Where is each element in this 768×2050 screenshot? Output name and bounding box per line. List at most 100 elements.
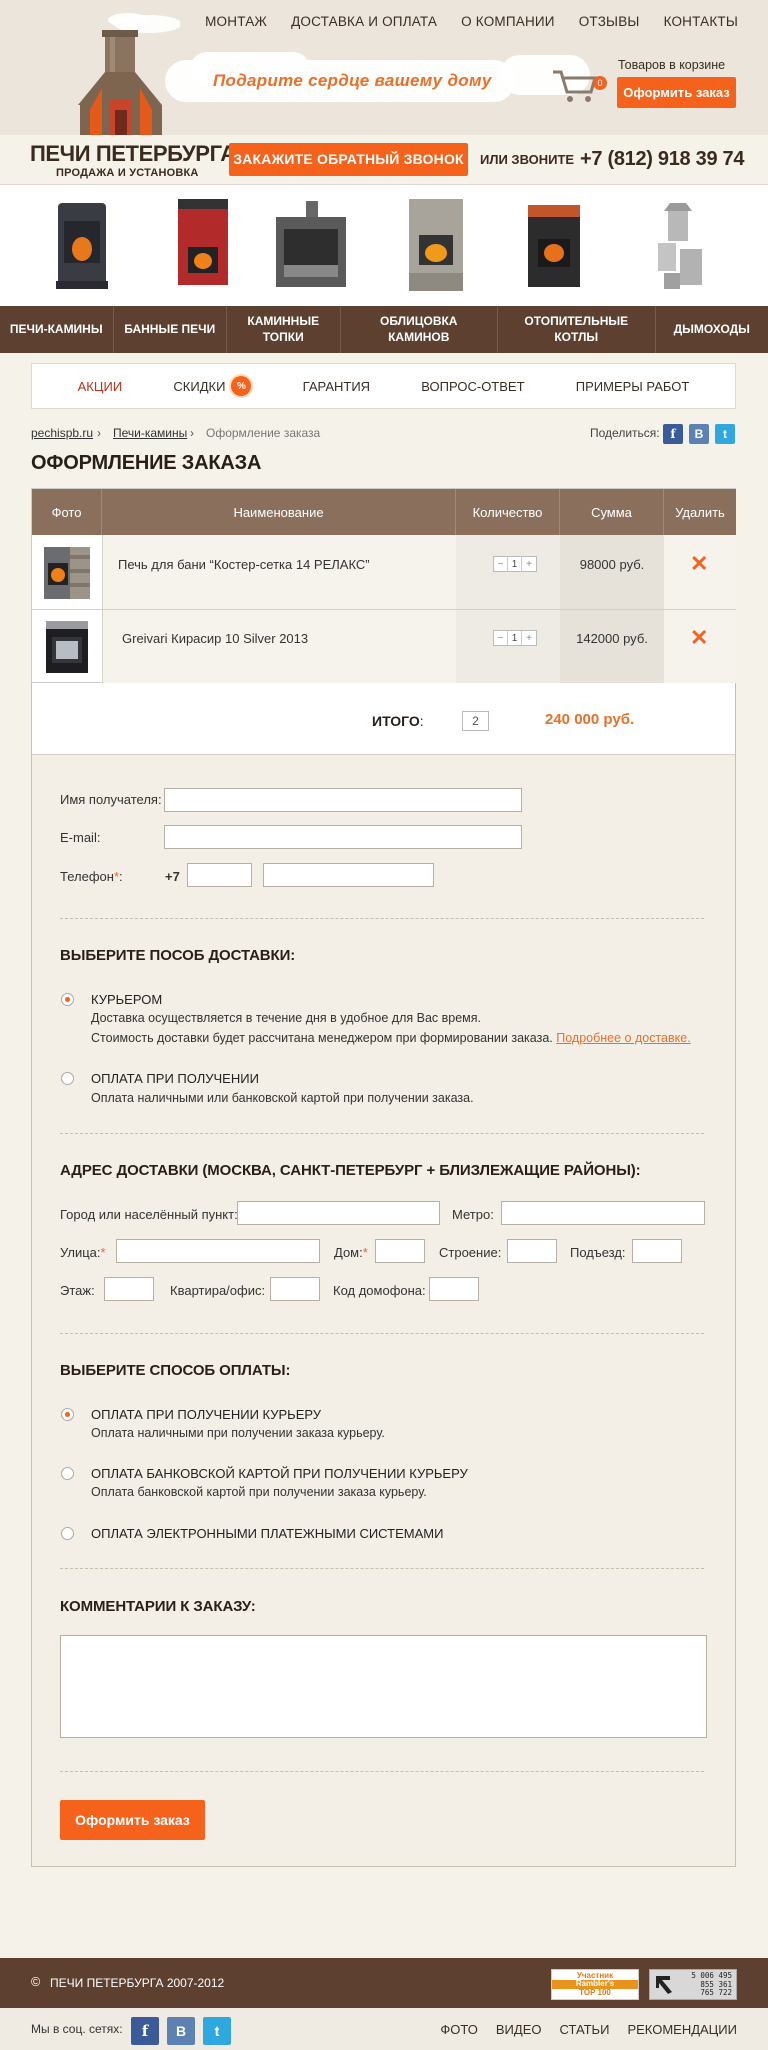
building-input[interactable] <box>507 1239 557 1263</box>
divider <box>60 1771 704 1772</box>
footer-link-video[interactable]: ВИДЕО <box>496 2022 542 2037</box>
or-call-label: ИЛИ ЗВОНИТЕ <box>480 152 575 167</box>
qty-value[interactable]: 1 <box>508 631 522 645</box>
subnav-faq[interactable]: ВОПРОС-ОТВЕТ <box>421 379 524 394</box>
total-sum: 240 000 руб. <box>545 711 635 728</box>
payment-online-radio[interactable] <box>61 1527 74 1540</box>
delete-item-icon[interactable]: ✕ <box>690 553 708 575</box>
nav-delivery[interactable]: ДОСТАВКА И ОПЛАТА <box>291 14 437 29</box>
submit-order-button[interactable]: Оформить заказ <box>60 1800 205 1840</box>
qty-minus-button[interactable]: − <box>494 631 508 645</box>
city-input[interactable] <box>237 1201 440 1225</box>
subnav-discounts-label: СКИДКИ <box>173 378 226 394</box>
product-photo-sauna-stove[interactable] <box>40 541 94 603</box>
vk-icon[interactable]: B <box>167 2017 195 2045</box>
visit-counter-badge[interactable]: 5 006 495 855 361 765 722 <box>649 1969 737 2000</box>
phone-code-input[interactable] <box>187 863 252 887</box>
name-label: Имя получателя: <box>60 792 162 807</box>
delete-item-icon[interactable]: ✕ <box>690 627 708 649</box>
intercom-input[interactable] <box>429 1277 479 1301</box>
item-name[interactable]: Greivari Кирасир 10 Silver 2013 <box>122 627 308 649</box>
courier-label[interactable]: КУРЬЕРОМ <box>91 992 162 1007</box>
email-label: E-mail: <box>60 830 101 845</box>
floor-input[interactable] <box>104 1277 154 1301</box>
entrance-input[interactable] <box>632 1239 682 1263</box>
total-qty: 2 <box>462 711 489 731</box>
pay-online-label[interactable]: ОПЛАТА ЭЛЕКТРОННЫМИ ПЛАТЕЖНЫМИ СИСТЕМАМИ <box>91 1526 443 1541</box>
comments-textarea[interactable] <box>60 1635 707 1738</box>
stove-fireplace-icon[interactable] <box>52 197 112 292</box>
delivery-courier-radio[interactable] <box>61 993 74 1006</box>
facebook-icon[interactable]: f <box>131 2017 159 2045</box>
subnav-discounts[interactable]: СКИДКИ % <box>173 376 252 396</box>
payment-card-radio[interactable] <box>61 1467 74 1480</box>
stone-cladding-icon[interactable] <box>403 195 469 295</box>
email-input[interactable] <box>164 825 522 849</box>
cat-sauna-stoves[interactable]: БАННЫЕ ПЕЧИ <box>114 306 227 353</box>
logo-title[interactable]: ПЕЧИ ПЕТЕРБУРГА <box>30 141 236 167</box>
breadcrumb-category[interactable]: Печи-камины <box>113 426 187 440</box>
share-label: Поделиться: <box>590 426 660 440</box>
facebook-share-icon[interactable]: f <box>663 424 683 444</box>
cat-fireplace-inserts[interactable]: КАМИННЫЕ ТОПКИ <box>227 306 341 353</box>
subnav-warranty[interactable]: ГАРАНТИЯ <box>303 379 370 394</box>
col-name: Наименование <box>102 489 456 535</box>
twitter-icon[interactable]: t <box>203 2017 231 2045</box>
divider <box>60 1133 704 1134</box>
fireplace-insert-icon[interactable] <box>270 199 352 291</box>
cat-fireplace-cladding[interactable]: ОБЛИЦОВКА КАМИНОВ <box>341 306 498 353</box>
header-checkout-button[interactable]: Оформить заказ <box>617 77 736 108</box>
qty-value[interactable]: 1 <box>508 557 522 571</box>
footer-link-articles[interactable]: СТАТЬИ <box>560 2022 610 2037</box>
pay-cash-label[interactable]: ОПЛАТА ПРИ ПОЛУЧЕНИИ КУРЬЕРУ <box>91 1407 321 1422</box>
product-photo-stove[interactable] <box>40 615 94 677</box>
copyright-text: ПЕЧИ ПЕТЕРБУРГА 2007-2012 <box>50 1976 225 1990</box>
callback-button[interactable]: ЗАКАЖИТЕ ОБРАТНЫЙ ЗВОНОК <box>229 143 468 176</box>
qty-plus-button[interactable]: + <box>522 631 536 645</box>
courier-desc-text: Стоимость доставки будет рассчитана мене… <box>91 1031 553 1045</box>
nav-reviews[interactable]: ОТЗЫВЫ <box>579 14 640 29</box>
qty-plus-button[interactable]: + <box>522 557 536 571</box>
chimney-pipes-icon[interactable] <box>650 199 710 293</box>
col-qty: Количество <box>456 489 560 535</box>
cat-chimneys[interactable]: ДЫМОХОДЫ <box>656 306 768 353</box>
nav-contacts[interactable]: КОНТАКТЫ <box>664 14 738 29</box>
counter-today: 765 722 <box>700 1988 732 1998</box>
nav-montazh[interactable]: МОНТАЖ <box>205 14 267 29</box>
heating-boiler-icon[interactable] <box>522 199 586 293</box>
street-input[interactable] <box>116 1239 320 1263</box>
cat-stove-fireplaces[interactable]: ПЕЧИ-КАМИНЫ <box>0 306 114 353</box>
footer-link-photo[interactable]: ФОТО <box>440 2022 477 2037</box>
metro-input[interactable] <box>501 1201 705 1225</box>
twitter-share-icon[interactable]: t <box>715 424 735 444</box>
footer-link-recommendations[interactable]: РЕКОМЕНДАЦИИ <box>627 2022 737 2037</box>
phone-label-text: Телефон <box>60 869 114 884</box>
delivery-pickup-radio[interactable] <box>61 1072 74 1085</box>
name-input[interactable] <box>164 788 522 812</box>
phone-number-input[interactable] <box>263 863 434 887</box>
delivery-details-link[interactable]: Подробнее о доставке. <box>556 1031 690 1045</box>
pickup-label[interactable]: ОПЛАТА ПРИ ПОЛУЧЕНИИ <box>91 1071 259 1086</box>
breadcrumb-home[interactable]: pechispb.ru <box>31 426 93 440</box>
vk-share-icon[interactable]: B <box>689 424 709 444</box>
apartment-input[interactable] <box>270 1277 320 1301</box>
metro-label: Метро: <box>452 1207 494 1222</box>
house-input[interactable] <box>375 1239 425 1263</box>
pay-card-desc: Оплата банковской картой при получении з… <box>91 1485 427 1499</box>
qty-minus-button[interactable]: − <box>494 557 508 571</box>
col-delete: Удалить <box>664 489 736 535</box>
rambler-top100-badge[interactable]: Участник Rambler's TOP 100 <box>551 1969 639 2000</box>
subnav-promos[interactable]: АКЦИИ <box>78 379 123 394</box>
cart-count-badge: 0 <box>593 76 607 90</box>
payment-cash-radio[interactable] <box>61 1408 74 1421</box>
street-label: Улица:* <box>60 1245 106 1260</box>
nav-about[interactable]: О КОМПАНИИ <box>461 14 555 29</box>
phone-label: Телефон*: <box>60 869 123 884</box>
social-label: Мы в соц. сетях: <box>31 2022 123 2036</box>
cat-heating-boilers[interactable]: ОТОПИТЕЛЬНЫЕ КОТЛЫ <box>498 306 656 353</box>
pay-card-label[interactable]: ОПЛАТА БАНКОВСКОЙ КАРТОЙ ПРИ ПОЛУЧЕНИИ К… <box>91 1466 468 1481</box>
discount-badge-icon: % <box>231 376 252 396</box>
sauna-stove-icon[interactable] <box>170 195 236 295</box>
item-name[interactable]: Печь для бани “Костер-сетка 14 РЕЛАКС” <box>118 553 370 575</box>
subnav-examples[interactable]: ПРИМЕРЫ РАБОТ <box>576 379 690 394</box>
